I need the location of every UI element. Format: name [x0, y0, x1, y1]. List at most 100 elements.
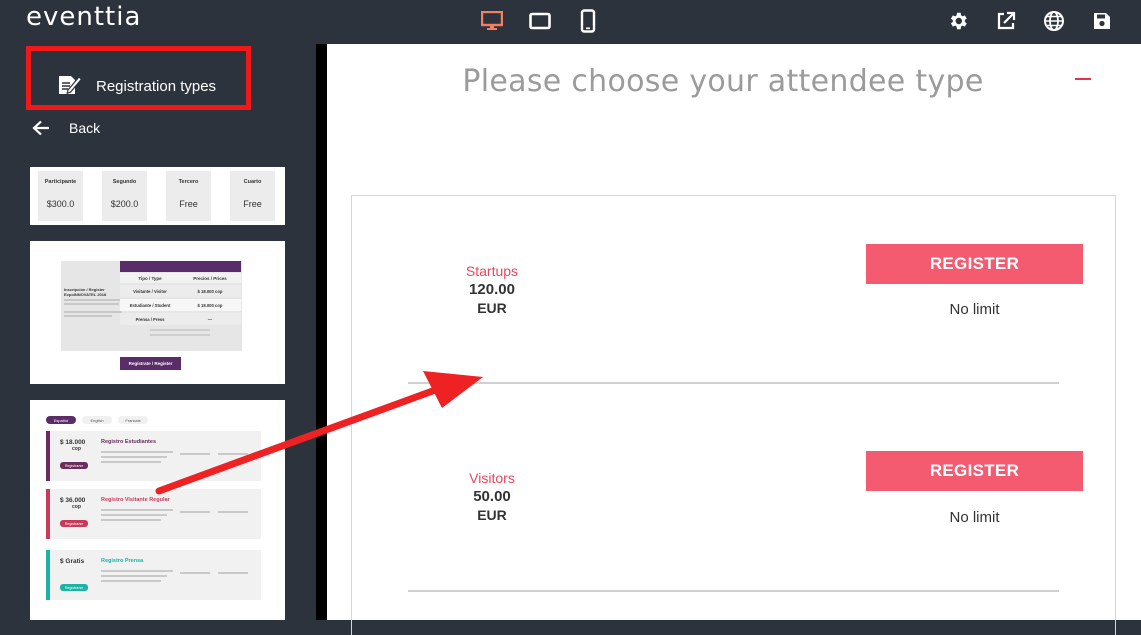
registration-types-header: Registration types	[26, 46, 251, 110]
thumbnail-text-line	[64, 303, 119, 305]
tablet-icon[interactable]	[528, 8, 552, 34]
thumbnail-cell-type: Estudiante / Student	[129, 302, 171, 308]
thumbnail-text-line	[64, 315, 112, 317]
thumbnail-text-line	[218, 453, 248, 455]
thumbnail-registration-item: $ Gratis Registro Prensa Registrarse	[46, 550, 261, 600]
attendee-type-row: Visitors 50.00 EUR REGISTER No limit	[352, 403, 1115, 610]
attendee-type-price: 120.00	[469, 281, 515, 298]
thumbnail-column-label: Participante	[44, 179, 77, 185]
gear-icon[interactable]	[946, 9, 970, 33]
thumbnail-text-line	[101, 514, 167, 516]
collapse-minus-icon[interactable]	[1075, 78, 1091, 80]
thumbnail-item-title: Registro Visitante Regular	[101, 497, 170, 503]
preview-canvas: Please choose your attendee type Startup…	[327, 44, 1141, 635]
eventtia-logo[interactable]: eventtia	[26, 2, 141, 32]
attendee-type-name: Visitors	[469, 470, 515, 486]
back-button[interactable]: Back	[32, 120, 100, 136]
thumbnail-item-title: Registro Prensa	[101, 558, 144, 564]
thumbnail-table-row: Estudiante / Student $ 18.000 cop	[120, 299, 241, 311]
thumbnail-table-row: Prensa / Press —	[120, 313, 241, 325]
thumbnail-text-line	[101, 461, 161, 463]
toolbar-actions	[946, 9, 1114, 33]
sidebar-divider	[316, 44, 327, 620]
thumbnail-item-button: Registrarse	[60, 462, 88, 469]
thumbnail-item-price: $ 36.000	[60, 497, 86, 504]
thumbnail-left-title: Inscripción / Register ExpoINNOVATEL 201…	[64, 287, 107, 297]
thumbnail-item-price: $ Gratis	[60, 558, 85, 565]
thumbnail-registration-item: $ 36.000 cop Registro Visitante Regular Reg…	[46, 489, 261, 539]
thumbnail-text-line	[150, 329, 210, 331]
mobile-icon[interactable]	[576, 8, 600, 34]
register-button[interactable]: REGISTER	[866, 451, 1083, 491]
thumbnail-text-line	[180, 453, 210, 455]
thumbnail-column-label: Cuarto	[243, 179, 262, 185]
thumbnail-text-line	[64, 311, 122, 313]
device-switcher	[480, 8, 600, 34]
limit-text: No limit	[949, 509, 1000, 526]
globe-icon[interactable]	[1042, 9, 1066, 33]
row-separator	[408, 590, 1059, 592]
thumbnail-text-line	[218, 511, 248, 513]
arrow-left-icon	[32, 120, 49, 136]
edit-form-icon	[57, 72, 83, 101]
attendee-type-currency: EUR	[477, 300, 507, 316]
thumbnail-text-line	[101, 451, 173, 453]
thumbnail-table-row: Visitante / Visitor $ 18.000 cop	[120, 285, 241, 297]
row-separator	[408, 382, 1059, 384]
thumbnail-text-line	[180, 572, 210, 574]
attendee-type-price: 50.00	[473, 488, 511, 505]
thumbnail-text-line	[101, 509, 173, 511]
thumbnail-text-line	[101, 519, 161, 521]
thumbnail-item-price: $ 18.000	[60, 439, 86, 446]
thumbnail-col-price: Precios / Prices	[193, 275, 227, 281]
thumbnail-column-price: $200.0	[110, 199, 139, 209]
thumbnail-price-column: Cuarto Free	[230, 171, 275, 221]
thumbnail-text-line	[101, 575, 167, 577]
attendee-types-card: Startups 120.00 EUR REGISTER No limit Vi…	[351, 195, 1116, 635]
thumbnail-col-type: Tipo / Type	[138, 275, 162, 281]
thumbnail-language-tab: Francais	[118, 416, 148, 424]
back-label: Back	[69, 120, 101, 136]
attendee-type-currency: EUR	[477, 507, 507, 523]
desktop-icon[interactable]	[480, 8, 504, 34]
thumbnail-text-line	[218, 572, 248, 574]
thumbnail-text-line	[101, 580, 161, 582]
register-button[interactable]: REGISTER	[866, 244, 1083, 284]
thumbnail-cell-type: Prensa / Press	[135, 316, 165, 322]
thumbnail-text-line	[64, 299, 124, 301]
external-link-icon[interactable]	[994, 9, 1018, 33]
attendee-type-name: Startups	[465, 263, 519, 279]
thumbnail-column-price: $300.0	[46, 199, 75, 209]
template-thumbnail-1[interactable]: Participante $300.0 Segundo $200.0 Tercero Fr…	[30, 167, 285, 225]
top-bar: eventtia	[0, 0, 1141, 44]
thumbnail-item-button: Registrarse	[60, 520, 88, 527]
thumbnail-price-column: Segundo $200.0	[102, 171, 147, 221]
thumbnail-column-price: Free	[179, 199, 198, 209]
page-heading: Please choose your attendee type	[327, 64, 1141, 99]
thumbnail-language-tab: English	[82, 416, 112, 424]
thumbnail-cell-type: Visitante / Visitor	[133, 288, 167, 294]
template-thumbnail-3[interactable]: Español English Francais $ 18.000 cop Regist…	[30, 400, 285, 620]
thumbnail-text-line	[101, 570, 173, 572]
thumbnail-text-line	[180, 511, 210, 513]
thumbnail-item-button: Registrarse	[60, 584, 88, 591]
thumbnail-register-button: Regístrate / Register	[120, 357, 181, 370]
thumbnail-column-label: Segundo	[112, 179, 137, 185]
thumbnail-cell-price: $ 18.000 cop	[197, 302, 223, 308]
thumbnail-text-line	[101, 456, 167, 458]
section-title: Registration types	[96, 78, 217, 95]
thumbnail-cell-price: $ 18.000 cop	[197, 288, 223, 294]
attendee-type-row: Startups 120.00 EUR REGISTER No limit	[352, 196, 1115, 403]
thumbnail-table-head: Tipo / Type Precios / Prices	[120, 273, 241, 283]
heading-text: Please choose your attendee type	[462, 64, 984, 99]
thumbnail-column-label: Tercero	[178, 179, 199, 185]
thumbnail-column-price: Free	[243, 199, 262, 209]
thumbnail-price-column: Tercero Free	[166, 171, 211, 221]
save-icon[interactable]	[1090, 9, 1114, 33]
template-thumbnail-2[interactable]: Inscripción / Register ExpoINNOVATEL 201…	[30, 241, 285, 384]
thumbnail-cell-price: —	[207, 316, 213, 322]
thumbnail-language-tab: Español	[46, 416, 76, 424]
thumbnail-item-unit: cop	[72, 504, 81, 510]
thumbnail-table-header-bar	[120, 261, 241, 272]
thumbnail-text-line	[150, 334, 210, 336]
